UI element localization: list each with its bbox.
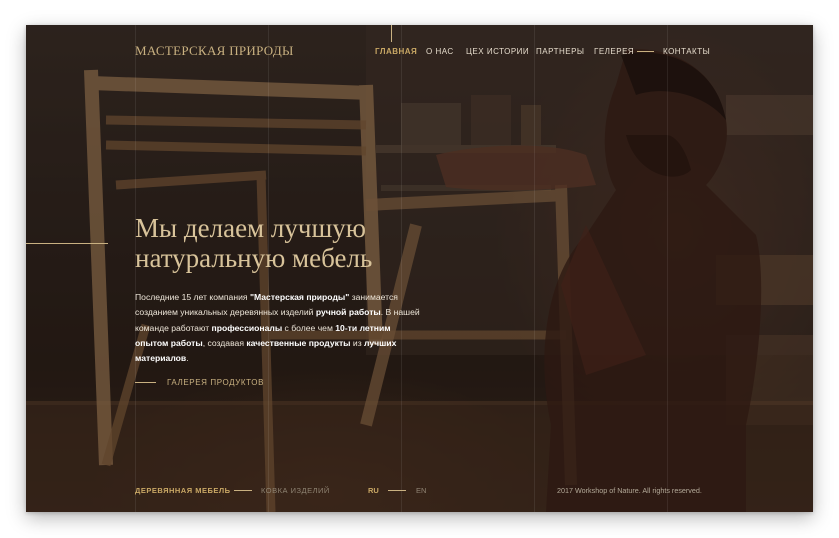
lang-en-button[interactable]: EN [416, 486, 426, 495]
desc-company-name: "Мастерская природы" [249, 292, 350, 302]
gallery-products-link[interactable]: ГАЛЕРЕЯ ПРОДУКТОВ [167, 378, 264, 387]
nav-partners[interactable]: ПАРТНЕРЫ [536, 47, 584, 56]
headline-line-2: натуральную мебель [135, 243, 373, 273]
lang-ru-button[interactable]: RU [368, 486, 379, 495]
desc-text: с более чем [282, 322, 336, 333]
nav-about[interactable]: О НАС [426, 47, 454, 56]
footer-link-forging[interactable]: КОВКА ИЗДЕЛИЙ [261, 486, 330, 495]
desc-quality-products: качественные продукты [246, 337, 351, 348]
grid-line [667, 25, 668, 512]
hero-accent-line [26, 243, 108, 244]
footer-divider [234, 490, 252, 491]
cta-dash [135, 382, 156, 383]
desc-text: . [186, 353, 189, 364]
site-logo[interactable]: МАСТЕРСКАЯ ПРИРОДЫ [135, 43, 294, 59]
desc-handmade: ручной работы [315, 307, 381, 318]
nav-contacts[interactable]: КОНТАКТЫ [663, 47, 710, 56]
desc-text: из [350, 337, 365, 348]
nav-divider [637, 51, 654, 52]
desc-professionals: профессионалы [211, 322, 283, 333]
headline-line-1: Мы делаем лучшую [135, 213, 366, 243]
desc-text: , создавая [202, 337, 247, 348]
hero-screen: МАСТЕРСКАЯ ПРИРОДЫ ГЛАВНАЯ О НАС ЦЕХ ИСТ… [26, 25, 813, 512]
grid-line [534, 25, 535, 512]
footer-link-wooden-furniture[interactable]: ДЕРЕВЯННАЯ МЕБЕЛЬ [135, 486, 231, 495]
top-divider [391, 25, 392, 42]
desc-text: Последние 15 лет компания [135, 292, 250, 302]
nav-gallery[interactable]: ГЕЛЕРЕЯ [594, 47, 634, 56]
hero-description: Последние 15 лет компания "Мастерская пр… [135, 290, 425, 366]
nav-history[interactable]: ЦЕХ ИСТОРИИ [466, 47, 529, 56]
nav-home[interactable]: ГЛАВНАЯ [375, 47, 417, 56]
copyright-text: 2017 Workshop of Nature. All rights rese… [557, 486, 702, 495]
hero-headline: Мы делаем лучшую натуральную мебель [135, 213, 465, 273]
lang-divider [388, 490, 406, 491]
